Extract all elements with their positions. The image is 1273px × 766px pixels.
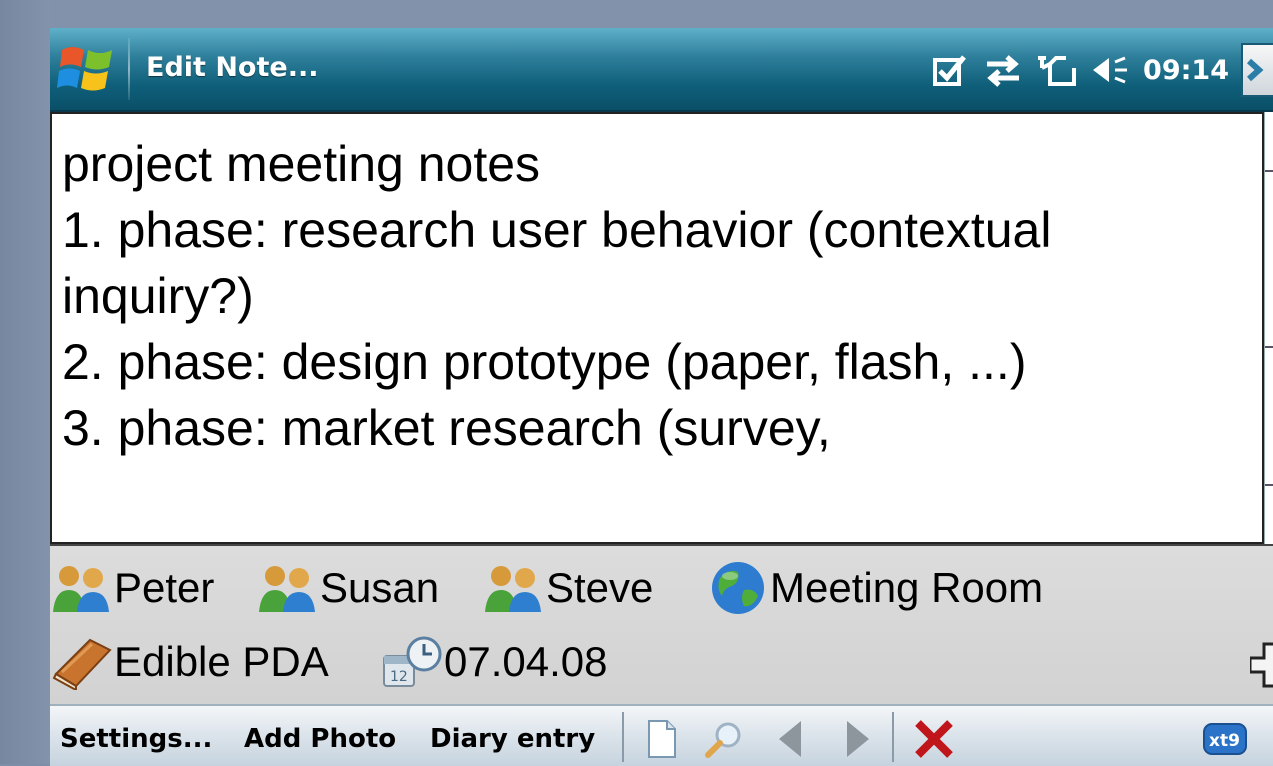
note-line: inquiry?) [62,268,254,324]
tags-panel: Peter Susan Steve Meeting Room Edible PD… [50,544,1273,706]
tag-project[interactable]: Edible PDA [50,632,329,692]
menu-separator [622,712,624,762]
title-separator [128,38,130,100]
tag-label: Meeting Room [770,564,1044,611]
previous-arrow-icon[interactable] [768,716,812,762]
window-title: Edit Note... [146,52,319,83]
tag-label: Edible PDA [114,638,329,685]
tag-label: 07.04.08 [444,638,608,685]
tag-location[interactable]: Meeting Room [706,558,1043,618]
windows-start-icon[interactable] [54,36,120,102]
status-tray: 09:14 [927,42,1273,98]
tag-label: Susan [320,564,440,611]
volume-icon[interactable] [1089,48,1133,92]
tag-person-peter[interactable]: Peter [50,558,214,618]
desktop-background-top [0,0,1273,28]
book-icon [50,634,114,690]
search-icon[interactable] [702,716,746,762]
title-bar: Edit Note... 09:14 [50,28,1273,114]
desktop-background-left [0,0,50,764]
menu-separator [892,712,894,762]
note-text-area[interactable]: project meeting notes 1. phase: research… [50,112,1264,544]
contact-icon [50,560,114,616]
input-method-label: xt9 [1209,731,1240,751]
clock[interactable]: 09:14 [1143,55,1229,86]
next-arrow-icon[interactable] [836,716,880,762]
input-method-icon[interactable]: xt9 [1200,716,1250,762]
tag-label: Peter [114,564,215,611]
connectivity-arrows-icon[interactable] [981,48,1025,92]
globe-icon [706,560,770,616]
checkbox-notification-icon[interactable] [927,48,971,92]
add-tag-icon[interactable] [1248,638,1273,694]
tag-person-steve[interactable]: Steve [482,558,653,618]
note-line: 2. phase: design prototype (paper, flash… [62,334,1027,390]
note-line: 1. phase: research user behavior (contex… [62,202,1052,258]
contact-icon [482,560,546,616]
settings-menu[interactable]: Settings... [60,724,212,754]
menu-bar: Settings... Add Photo Diary entry xt9 [50,704,1273,766]
svg-text:12: 12 [390,669,408,685]
contact-icon [256,560,320,616]
phone-signal-icon[interactable] [1035,48,1079,92]
tag-date[interactable]: 12 07.04.08 [380,632,608,692]
new-document-icon[interactable] [640,716,684,762]
note-line: project meeting notes [62,136,541,192]
note-scrollbar[interactable] [1264,112,1273,544]
add-photo-menu[interactable]: Add Photo [244,724,396,754]
diary-entry-menu[interactable]: Diary entry [430,724,595,754]
ok-close-button[interactable] [1241,43,1273,97]
delete-x-icon[interactable] [912,716,956,762]
tag-person-susan[interactable]: Susan [256,558,439,618]
calendar-clock-icon: 12 [380,634,444,690]
note-line: 3. phase: market research (survey, [62,400,831,456]
tag-label: Steve [546,564,654,611]
